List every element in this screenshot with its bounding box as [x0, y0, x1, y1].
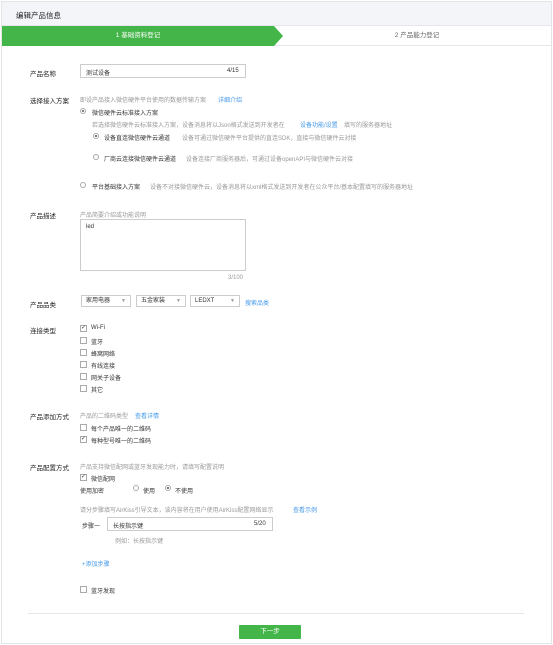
access-sub1-label: 设备直连微信硬件云通道: [104, 136, 171, 142]
connect-type-label: 连接类型: [30, 328, 56, 335]
connect-type-checkbox[interactable]: ✓: [80, 325, 87, 332]
encrypt-notuse-radio[interactable]: [165, 485, 171, 491]
encrypt-use-radio[interactable]: [133, 485, 139, 491]
add-method-opt2-checkbox[interactable]: ✓: [80, 436, 87, 443]
step-1-active: 1 基础资料登记: [2, 26, 283, 46]
step-2-label: 2 产品能力登记: [394, 32, 440, 39]
category-select-3-value: LEDXT: [195, 298, 215, 304]
access-sub1-radio[interactable]: [93, 133, 99, 139]
connect-type-checkbox[interactable]: [80, 349, 87, 356]
product-name-input[interactable]: 测试设备 4/15: [80, 64, 246, 78]
step-one-input[interactable]: 长按指示键 5/20: [107, 517, 273, 531]
airkiss-example-link[interactable]: 查看示例: [293, 505, 317, 514]
category-select-2-value: 五金家装: [141, 298, 166, 304]
description-textarea[interactable]: led: [80, 219, 246, 271]
bt-discover-label: 蓝牙发现: [91, 589, 116, 595]
config-desc: 产品支持微信配网或蓝牙发现能力时，请填写配置说明: [80, 465, 225, 471]
access-opt1-radio[interactable]: [80, 108, 86, 114]
connect-type-checkbox[interactable]: [80, 385, 87, 392]
add-method-detail-link[interactable]: 查看详情: [135, 411, 159, 420]
access-opt1-desc2: 填写的服务器地址: [344, 123, 393, 129]
add-method-opt1-label: 每个产品唯一的二维码: [91, 427, 152, 433]
step-one-count: 5/20: [254, 521, 266, 527]
category-label: 产品品类: [30, 302, 56, 309]
product-name-label: 产品名称: [30, 71, 56, 78]
connect-type-checkbox[interactable]: [80, 337, 87, 344]
step-one-value: 长按指示键: [113, 524, 144, 530]
connect-type-label-item: Wi-Fi: [91, 325, 105, 331]
footer-divider: [28, 613, 524, 614]
add-step-link[interactable]: +添加步骤: [82, 559, 110, 568]
category-select-1-value: 家用电器: [86, 298, 111, 304]
category-select-2[interactable]: 五金家装 ▼: [136, 295, 186, 307]
bt-discover-checkbox[interactable]: [80, 586, 87, 593]
product-name-count: 4/15: [227, 68, 239, 74]
encrypt-notuse-label: 不使用: [175, 489, 194, 495]
connect-type-checkbox[interactable]: [80, 361, 87, 368]
step-example: 例如：长按指示键: [115, 539, 164, 545]
access-detail-link[interactable]: 详细介绍: [218, 95, 242, 104]
add-method-desc: 产品的二维码类型: [80, 414, 129, 420]
access-opt2-radio[interactable]: [80, 182, 86, 188]
description-label: 产品描述: [30, 213, 56, 220]
connect-type-label-item: 网关子设备: [91, 376, 122, 382]
access-sub2-label: 厂商云连接微信硬件云通道: [104, 157, 177, 163]
access-opt1-link[interactable]: 设备功能/设置: [300, 120, 338, 129]
product-name-value: 测试设备: [86, 71, 111, 77]
step-bar: 1 基础资料登记 2 产品能力登记: [2, 26, 551, 46]
add-method-label: 产品添加方式: [30, 414, 69, 421]
page-header: 编辑产品信息: [2, 2, 551, 26]
step-arrow: [274, 26, 283, 46]
access-opt1-label: 微信硬件云标准接入方案: [92, 111, 159, 117]
access-sub1-desc: 设备可通过微信硬件平台提供的直连SDK，直接与微信硬件云对接: [182, 136, 357, 142]
encrypt-use-label: 使用: [143, 489, 156, 495]
add-method-opt2-label: 每种型号唯一的二维码: [91, 439, 152, 445]
step-1-label: 1 基础资料登记: [115, 32, 161, 39]
access-plan-label: 选择接入方案: [30, 98, 69, 105]
access-opt2-desc: 设备不对接微信硬件云，设备消息将以xml格式发送到开发者在公众平台/基本配置填写…: [150, 185, 413, 191]
connect-type-label-item: 有线连接: [91, 364, 116, 370]
airkiss-desc: 请分步骤填写AirKiss引导文本，该内容将在用户使用AirKiss配置网络显示: [80, 508, 274, 514]
chevron-down-icon: ▼: [230, 298, 235, 304]
access-opt2-label: 平台基础接入方案: [92, 185, 141, 191]
description-value: led: [86, 224, 95, 230]
access-opt1-desc: 若选择微信硬件云标准接入方案，设备消息将以Json格式发送到开发者在: [92, 123, 285, 129]
description-hint: 产品简要介绍或功能说明: [80, 213, 147, 219]
access-sub2-desc: 设备连接厂商服务器后，可通过设备openAPI与微信硬件云对接: [186, 157, 354, 163]
page-title: 编辑产品信息: [16, 11, 61, 20]
next-step-button[interactable]: 下一步: [239, 625, 301, 639]
step-2: 2 产品能力登记: [283, 26, 551, 46]
connect-type-checkbox[interactable]: [80, 373, 87, 380]
encrypt-label: 使用加密: [80, 489, 105, 495]
access-desc: 即设产品接入微信硬件平台使用的数据传输方案: [80, 98, 207, 104]
connect-type-label-item: 蓝牙: [91, 340, 104, 346]
category-search-link[interactable]: 搜索品类: [245, 298, 269, 307]
access-sub2-radio[interactable]: [93, 154, 99, 160]
wechat-config-checkbox[interactable]: ✓: [80, 474, 87, 481]
step-one-label: 步骤一: [82, 524, 101, 530]
add-method-opt1-checkbox[interactable]: [80, 424, 87, 431]
config-method-label: 产品配置方式: [30, 465, 69, 472]
category-select-3[interactable]: LEDXT ▼: [190, 295, 240, 307]
category-select-1[interactable]: 家用电器 ▼: [81, 295, 131, 307]
chevron-down-icon: ▼: [121, 298, 126, 304]
connect-type-label-item: 其它: [91, 388, 104, 394]
description-count: 3/100: [228, 275, 244, 281]
chevron-down-icon: ▼: [176, 298, 181, 304]
wechat-config-label: 微信配网: [91, 477, 116, 483]
connect-type-label-item: 蜂窝网络: [91, 352, 116, 358]
